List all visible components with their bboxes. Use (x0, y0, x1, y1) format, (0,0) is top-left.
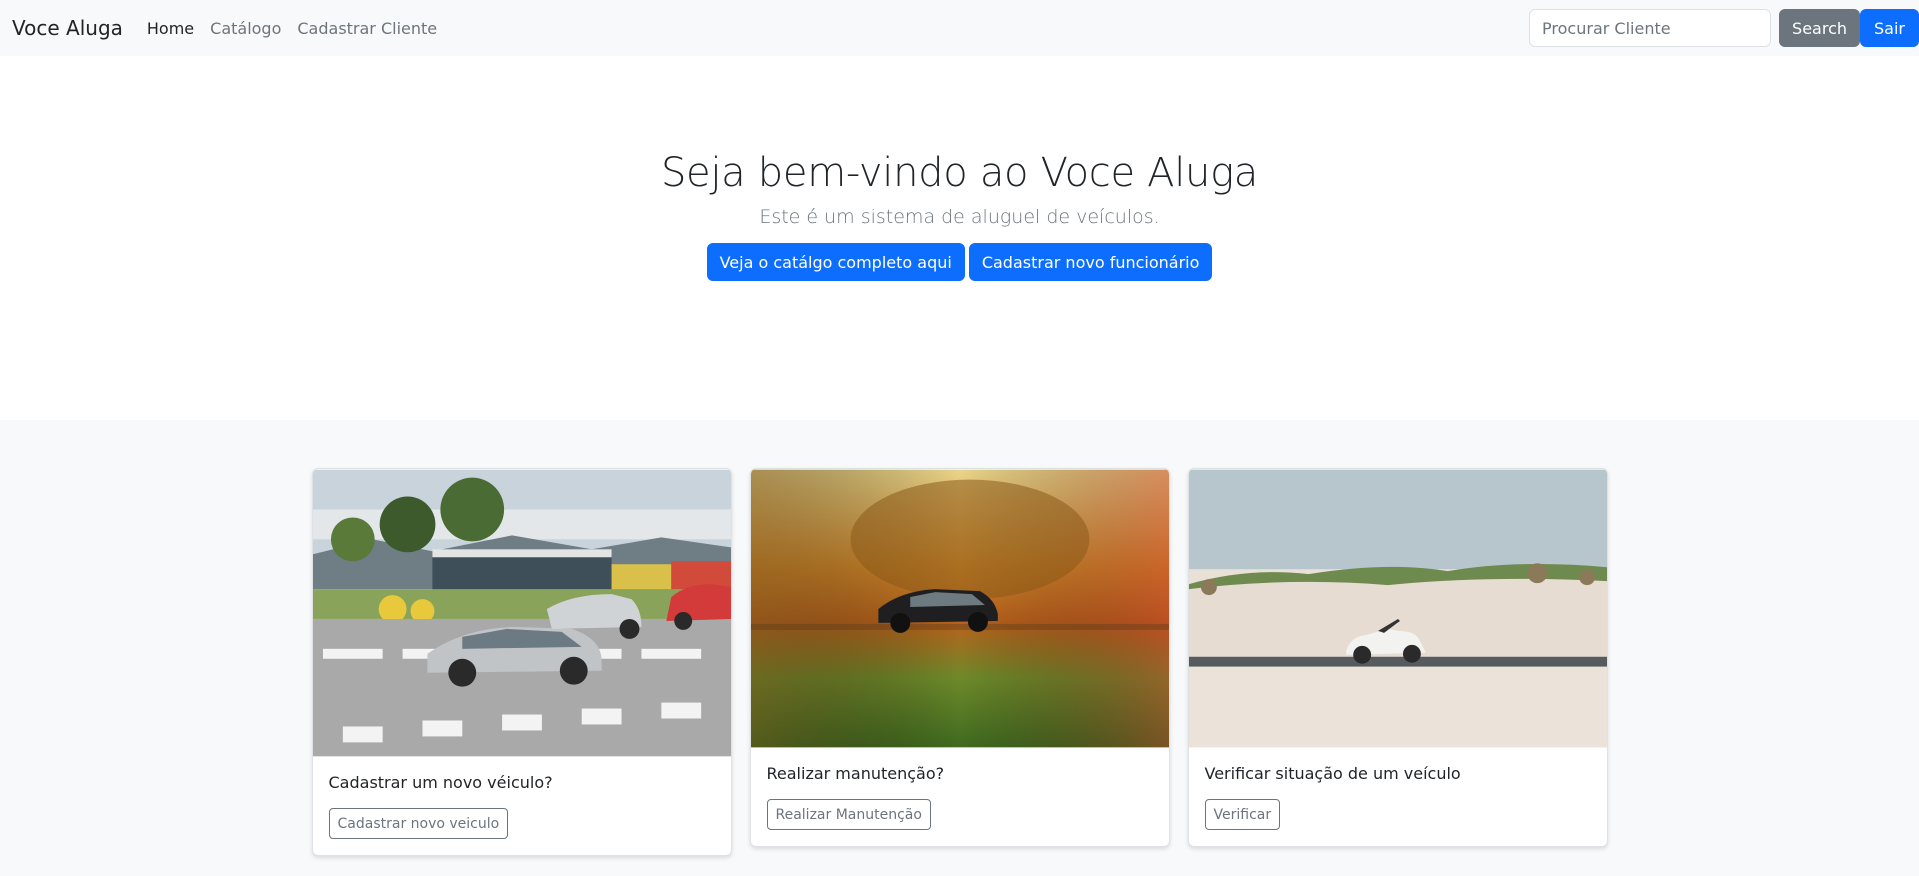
brand-logo[interactable]: Voce Aluga (12, 16, 123, 40)
nav-link-cadastrar-cliente[interactable]: Cadastrar Cliente (297, 19, 437, 38)
navbar: Voce Aluga Home Catálogo Cadastrar Clien… (0, 0, 1919, 56)
catalog-button[interactable]: Veja o catálgo completo aqui (706, 243, 965, 281)
card-body: Cadastrar um novo véiculo? Cadastrar nov… (313, 757, 731, 855)
register-vehicle-button[interactable]: Cadastrar novo veiculo (328, 808, 509, 839)
nav-link-catalogo[interactable]: Catálogo (210, 19, 281, 38)
card-body: Realizar manutenção? Realizar Manutenção (751, 748, 1169, 846)
nav-link-home[interactable]: Home (147, 19, 194, 38)
card-check-vehicle: Verificar situação de um veículo Verific… (1187, 468, 1608, 847)
search-button[interactable]: Search (1779, 9, 1861, 47)
card-body: Verificar situação de um veículo Verific… (1189, 748, 1607, 846)
desert-car-image (1188, 469, 1607, 748)
card-register-vehicle: Cadastrar um novo véiculo? Cadastrar nov… (311, 468, 732, 856)
page-subtitle: Este é um sistema de aluguel de veículos… (759, 206, 1160, 228)
blurred-car-image (750, 469, 1169, 748)
card-maintenance: Realizar manutenção? Realizar Manutenção (749, 468, 1170, 847)
card-text: Verificar situação de um veículo (1204, 764, 1461, 783)
maintenance-button[interactable]: Realizar Manutenção (766, 799, 931, 830)
hero-actions: Veja o catálgo completo aqui Cadastrar n… (0, 243, 1919, 281)
card-grid: Cadastrar um novo véiculo? Cadastrar nov… (311, 468, 1608, 856)
verify-button[interactable]: Verificar (1204, 799, 1281, 830)
logout-button[interactable]: Sair (1860, 9, 1919, 47)
card-text: Realizar manutenção? (766, 764, 945, 783)
search-input[interactable] (1529, 9, 1772, 47)
search-group: Search Sair (1529, 9, 1919, 47)
card-text: Cadastrar um novo véiculo? (328, 773, 553, 792)
nav-links: Home Catálogo Cadastrar Cliente (147, 19, 437, 38)
hero-section: Seja bem-vindo ao Voce Aluga Este é um s… (0, 56, 1919, 420)
cards-section: Cadastrar um novo véiculo? Cadastrar nov… (0, 420, 1919, 876)
street-car-image (312, 469, 731, 757)
page-title: Seja bem-vindo ao Voce Aluga (660, 150, 1259, 196)
register-employee-button[interactable]: Cadastrar novo funcionário (968, 243, 1213, 281)
